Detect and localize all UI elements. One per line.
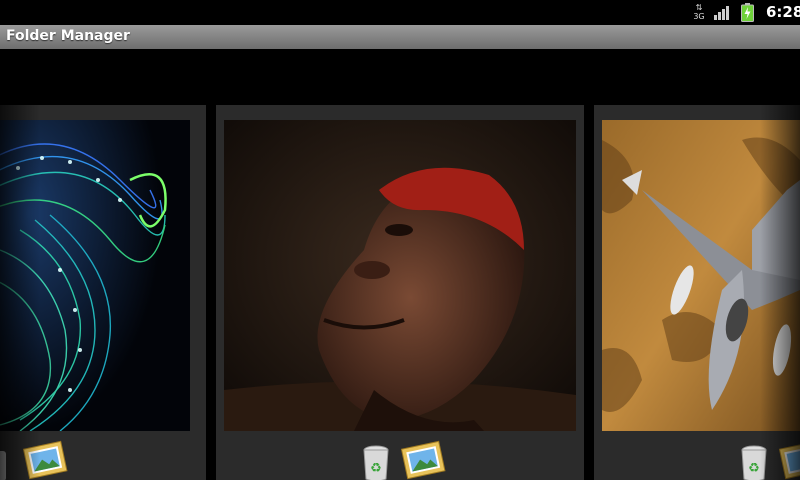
network-3g-icon: ⇅ 3G <box>693 3 705 21</box>
battery-charging-icon <box>741 3 754 26</box>
trash-icon[interactable] <box>0 447 8 480</box>
image-viewer-icon[interactable] <box>778 437 800 480</box>
trash-icon[interactable]: ♻ <box>740 445 768 480</box>
svg-text:♻: ♻ <box>370 461 382 476</box>
image-viewer-icon[interactable] <box>22 437 68 480</box>
status-bar: ⇅ 3G 6:28 <box>0 0 800 25</box>
status-clock: 6:28 <box>766 3 800 21</box>
network-type-label: 3G <box>693 12 705 21</box>
image-gallery[interactable]: ♻ ♻ <box>0 50 800 480</box>
portrait-painting-image[interactable] <box>224 120 576 431</box>
card-actions: ♻ <box>216 437 584 480</box>
trash-icon[interactable]: ♻ <box>362 445 390 480</box>
fractal-spiral-image[interactable] <box>0 120 190 431</box>
fighter-jet-image[interactable] <box>602 120 800 431</box>
card-actions: ♻ <box>594 437 800 480</box>
gallery-card-fractal[interactable] <box>0 105 206 480</box>
image-viewer-icon[interactable] <box>400 437 446 480</box>
gallery-card-jet[interactable]: ♻ <box>594 105 800 480</box>
gallery-card-portrait[interactable]: ♻ <box>216 105 584 480</box>
svg-text:♻: ♻ <box>748 461 760 476</box>
page-title: Folder Manager <box>6 28 130 44</box>
card-actions <box>0 437 206 480</box>
signal-strength-icon <box>714 4 732 24</box>
app-title-bar: Folder Manager <box>0 25 800 49</box>
